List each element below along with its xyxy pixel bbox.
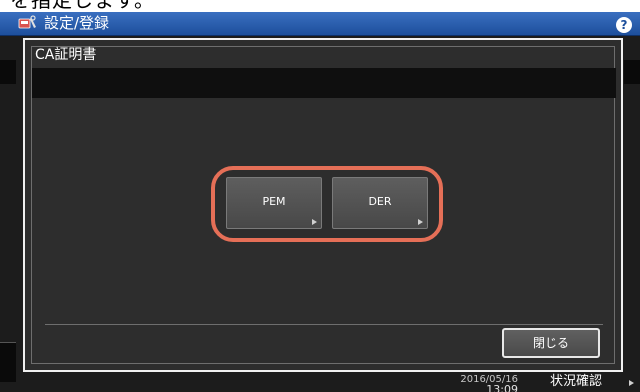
status-time: 13:09 bbox=[486, 383, 518, 392]
message-bar bbox=[32, 68, 616, 98]
device-screen: 設定/登録 ? CA証明書 PEM DER 閉じる 2016/05/16 13:… bbox=[0, 12, 640, 392]
divider bbox=[45, 324, 603, 325]
ca-certificate-dialog: CA証明書 PEM DER 閉じる bbox=[23, 38, 623, 372]
der-button[interactable]: DER bbox=[332, 177, 428, 229]
background-panel-right bbox=[624, 60, 640, 84]
title-bar: 設定/登録 ? bbox=[0, 12, 640, 36]
pem-button[interactable]: PEM bbox=[226, 177, 322, 229]
arrow-right-icon bbox=[312, 219, 317, 225]
job-status-label: 状況確認 bbox=[550, 374, 603, 389]
der-label: DER bbox=[368, 195, 392, 208]
format-highlight: PEM DER bbox=[211, 166, 443, 242]
pem-label: PEM bbox=[262, 195, 286, 208]
settings-app-icon bbox=[18, 15, 36, 29]
manual-caption: を指定します。 bbox=[0, 0, 640, 12]
job-status-button[interactable]: 状況確認 bbox=[536, 372, 640, 392]
help-icon[interactable]: ? bbox=[616, 17, 632, 33]
background-panel-left bbox=[0, 60, 16, 84]
app-title: 設定/登録 bbox=[44, 14, 110, 32]
arrow-right-icon bbox=[629, 380, 634, 386]
close-button[interactable]: 閉じる bbox=[502, 328, 600, 358]
arrow-right-icon bbox=[418, 219, 423, 225]
caption-text: を指定します。 bbox=[10, 0, 155, 12]
background-footer-left bbox=[0, 342, 16, 382]
dialog-title: CA証明書 bbox=[35, 47, 97, 63]
